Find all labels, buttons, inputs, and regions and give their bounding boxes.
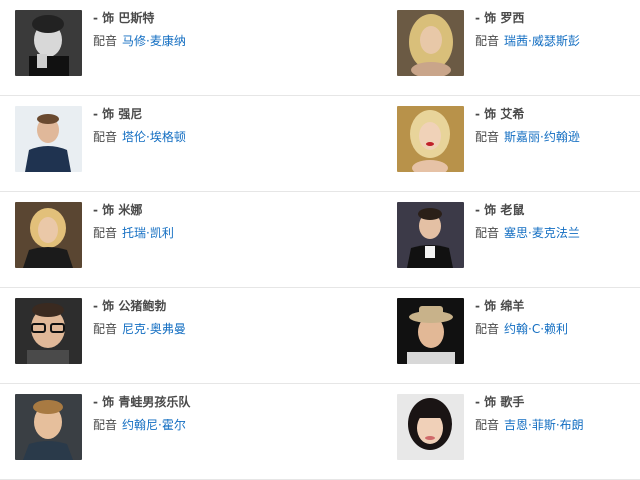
role-name: - 饰 强尼 <box>93 107 143 121</box>
voice-actor-link[interactable]: 塔伦·埃格顿 <box>122 130 186 144</box>
cast-card: - 饰 歌手 配音 吉恩·菲斯·布朗 <box>397 394 640 460</box>
voice-actor-link[interactable]: 斯嘉丽·约翰逊 <box>504 130 580 144</box>
cast-card: - 饰 公猪鲍勃 配音 尼克·奥弗曼 <box>15 298 315 364</box>
voice-actor-link[interactable]: 约翰尼·霍尔 <box>122 418 186 432</box>
role-name: - 饰 老鼠 <box>475 203 525 217</box>
role-name: - 饰 歌手 <box>475 395 525 409</box>
actor-photo[interactable] <box>15 298 82 364</box>
cast-card: - 饰 绵羊 配音 约翰·C·赖利 <box>397 298 640 364</box>
role-name: - 饰 巴斯特 <box>93 11 155 25</box>
cast-row: - 饰 青蛙男孩乐队 配音 约翰尼·霍尔 - 饰 歌手 配音 吉恩·菲斯·布朗 <box>0 384 640 480</box>
voice-label: 配音 <box>475 226 500 240</box>
voice-label: 配音 <box>475 418 500 432</box>
cast-card: - 饰 老鼠 配音 塞思·麦克法兰 <box>397 202 640 268</box>
cast-row: - 饰 巴斯特 配音 马修·麦康纳 - 饰 罗西 配音 瑞茜·威瑟斯彭 <box>0 0 640 96</box>
actor-photo[interactable] <box>397 394 464 460</box>
actor-photo[interactable] <box>397 202 464 268</box>
actor-photo[interactable] <box>15 106 82 172</box>
actor-photo[interactable] <box>15 202 82 268</box>
voice-label: 配音 <box>93 418 118 432</box>
voice-label: 配音 <box>93 226 118 240</box>
voice-label: 配音 <box>475 322 500 336</box>
voice-actor-link[interactable]: 吉恩·菲斯·布朗 <box>504 418 584 432</box>
role-name: - 饰 米娜 <box>93 203 143 217</box>
cast-grid: - 饰 巴斯特 配音 马修·麦康纳 - 饰 罗西 配音 瑞茜·威瑟斯彭 - 饰 强尼… <box>0 0 640 480</box>
role-name: - 饰 艾希 <box>475 107 525 121</box>
cast-card: - 饰 巴斯特 配音 马修·麦康纳 <box>15 10 315 76</box>
role-name: - 饰 公猪鲍勃 <box>93 299 167 313</box>
voice-actor-link[interactable]: 瑞茜·威瑟斯彭 <box>504 34 580 48</box>
voice-actor-link[interactable]: 马修·麦康纳 <box>122 34 186 48</box>
cast-card: - 饰 罗西 配音 瑞茜·威瑟斯彭 <box>397 10 640 76</box>
cast-card: - 饰 艾希 配音 斯嘉丽·约翰逊 <box>397 106 640 172</box>
role-name: - 饰 绵羊 <box>475 299 525 313</box>
role-name: - 饰 青蛙男孩乐队 <box>93 395 191 409</box>
cast-row: - 饰 强尼 配音 塔伦·埃格顿 - 饰 艾希 配音 斯嘉丽·约翰逊 <box>0 96 640 192</box>
voice-actor-link[interactable]: 塞思·麦克法兰 <box>504 226 580 240</box>
voice-label: 配音 <box>475 34 500 48</box>
cast-card: - 饰 青蛙男孩乐队 配音 约翰尼·霍尔 <box>15 394 315 460</box>
cast-card: - 饰 米娜 配音 托瑞·凯利 <box>15 202 315 268</box>
actor-photo[interactable] <box>397 106 464 172</box>
cast-row: - 饰 公猪鲍勃 配音 尼克·奥弗曼 - 饰 绵羊 配音 约翰·C·赖利 <box>0 288 640 384</box>
voice-label: 配音 <box>475 130 500 144</box>
cast-card: - 饰 强尼 配音 塔伦·埃格顿 <box>15 106 315 172</box>
actor-photo[interactable] <box>15 394 82 460</box>
actor-photo[interactable] <box>397 10 464 76</box>
voice-actor-link[interactable]: 尼克·奥弗曼 <box>122 322 186 336</box>
voice-actor-link[interactable]: 托瑞·凯利 <box>122 226 174 240</box>
voice-label: 配音 <box>93 130 118 144</box>
cast-row: - 饰 米娜 配音 托瑞·凯利 - 饰 老鼠 配音 塞思·麦克法兰 <box>0 192 640 288</box>
voice-actor-link[interactable]: 约翰·C·赖利 <box>504 322 568 336</box>
actor-photo[interactable] <box>15 10 82 76</box>
role-name: - 饰 罗西 <box>475 11 525 25</box>
voice-label: 配音 <box>93 34 118 48</box>
voice-label: 配音 <box>93 322 118 336</box>
actor-photo[interactable] <box>397 298 464 364</box>
